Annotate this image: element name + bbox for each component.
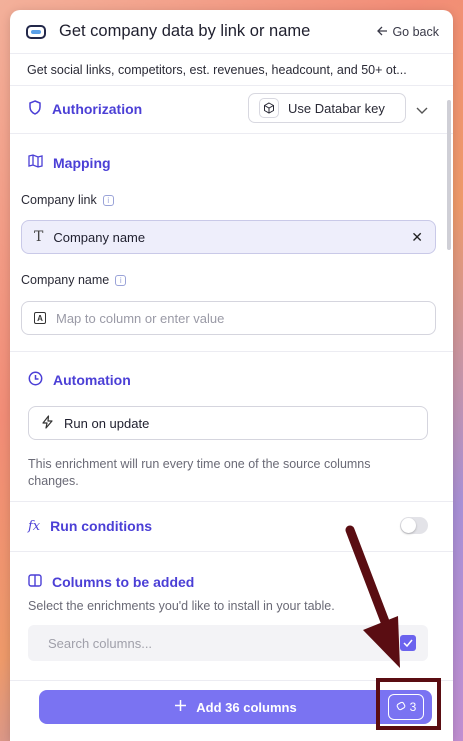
company-link-value: Company name bbox=[53, 229, 146, 245]
automation-heading: Automation bbox=[28, 371, 131, 389]
plus-icon bbox=[174, 699, 187, 715]
function-icon: fx bbox=[28, 518, 41, 534]
highlight-box bbox=[376, 678, 441, 730]
run-conditions-title: Run conditions bbox=[50, 518, 153, 534]
columns-subtitle: Select the enrichments you'd like to ins… bbox=[28, 599, 335, 613]
arrow-left-icon bbox=[377, 25, 388, 39]
authorization-section: Authorization Use Databar key bbox=[10, 86, 453, 134]
databar-key-button[interactable]: Use Databar key bbox=[248, 93, 406, 123]
run-conditions-heading: fx Run conditions bbox=[28, 518, 152, 534]
company-name-placeholder: Map to column or enter value bbox=[56, 310, 225, 326]
panel-scrollbar[interactable] bbox=[447, 100, 451, 250]
chevron-down-icon[interactable] bbox=[416, 102, 428, 120]
mapping-heading: Mapping bbox=[28, 154, 111, 171]
clock-icon bbox=[28, 371, 43, 389]
mapping-title: Mapping bbox=[53, 154, 111, 171]
mapping-section: Mapping Company link i T Company name ✕ … bbox=[10, 134, 453, 352]
add-columns-label: Add 36 columns bbox=[196, 699, 297, 715]
clear-icon[interactable]: ✕ bbox=[411, 229, 423, 246]
automation-section: Automation Run on update This enrichment… bbox=[10, 352, 453, 502]
company-link-label: Company link bbox=[21, 193, 97, 207]
page-title: Get company data by link or name bbox=[59, 22, 311, 40]
columns-heading: Columns to be added bbox=[28, 574, 194, 590]
run-on-update-label: Run on update bbox=[64, 415, 150, 431]
company-link-field[interactable]: T Company name ✕ bbox=[21, 220, 436, 254]
go-back-button[interactable]: Go back bbox=[377, 25, 439, 39]
company-name-field[interactable]: A Map to column or enter value bbox=[21, 301, 436, 335]
input-field-icon: A bbox=[34, 312, 46, 324]
company-name-field-label: Company name i bbox=[21, 273, 127, 287]
annotation-arrow-icon bbox=[345, 525, 400, 668]
cube-icon bbox=[259, 98, 279, 118]
databar-key-label: Use Databar key bbox=[288, 100, 385, 116]
company-name-label: Company name bbox=[21, 273, 110, 287]
info-icon[interactable]: i bbox=[115, 274, 127, 286]
columns-icon bbox=[28, 574, 42, 590]
lightning-icon bbox=[41, 414, 54, 432]
authorization-title: Authorization bbox=[52, 101, 143, 117]
map-icon bbox=[28, 154, 43, 171]
automation-help-text: This enrichment will run every time one … bbox=[28, 457, 371, 488]
authorization-heading: Authorization bbox=[28, 100, 142, 118]
enrichment-description: Get social links, competitors, est. reve… bbox=[10, 54, 453, 86]
run-on-update-select[interactable]: Run on update bbox=[28, 406, 428, 440]
go-back-label: Go back bbox=[392, 24, 439, 39]
add-columns-button[interactable]: Add 36 columns bbox=[39, 690, 432, 724]
columns-title: Columns to be added bbox=[52, 574, 195, 590]
text-type-icon: T bbox=[34, 229, 44, 245]
automation-title: Automation bbox=[53, 372, 131, 388]
info-icon[interactable]: i bbox=[102, 194, 114, 206]
company-link-field-label: Company link i bbox=[21, 193, 114, 207]
shield-icon bbox=[28, 100, 42, 118]
panel-header: Get company data by link or name Go back bbox=[10, 10, 453, 54]
enrichment-logo-icon bbox=[24, 20, 48, 44]
